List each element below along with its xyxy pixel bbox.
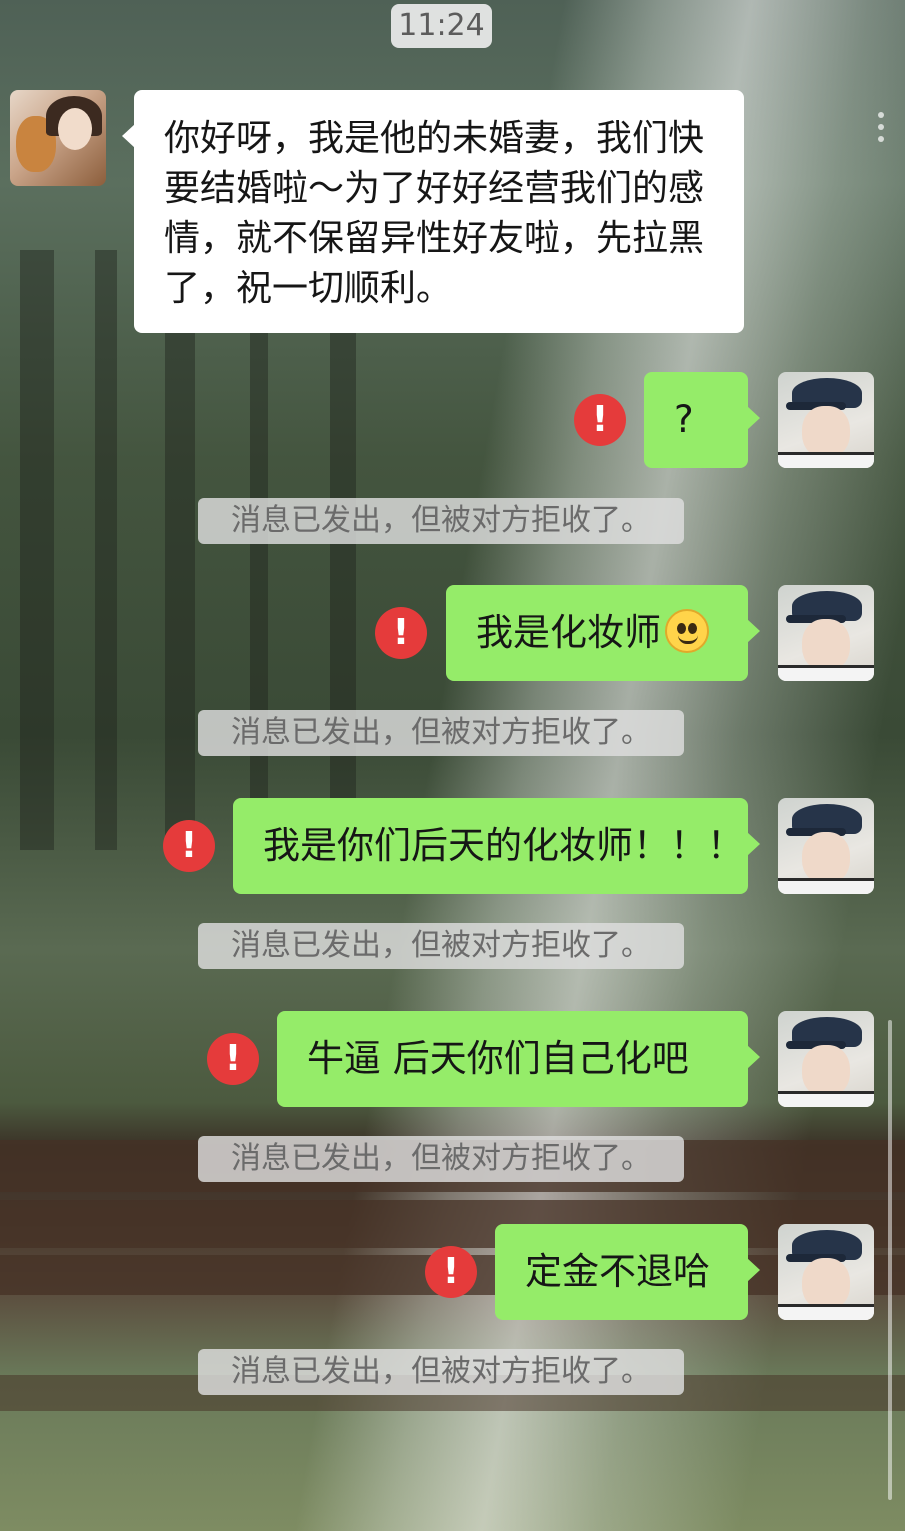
rejected-notice: 消息已发出，但被对方拒收了。 — [198, 1136, 684, 1182]
incoming-message-bubble[interactable]: 你好呀，我是他的未婚妻，我们快要结婚啦～为了好好经营我们的感情，就不保留异性好友… — [122, 90, 744, 333]
my-avatar[interactable] — [778, 1011, 874, 1107]
contact-avatar[interactable] — [10, 90, 106, 186]
outgoing-message-bubble[interactable]: 我是化妆师 — [446, 585, 760, 681]
send-failed-icon[interactable]: ! — [375, 607, 427, 659]
my-avatar[interactable] — [778, 1224, 874, 1320]
background-tree — [330, 250, 356, 850]
send-failed-icon[interactable]: ! — [574, 394, 626, 446]
chat-timestamp: 11:24 — [391, 4, 492, 48]
send-failed-icon[interactable]: ! — [163, 820, 215, 872]
my-avatar[interactable] — [778, 585, 874, 681]
my-avatar[interactable] — [778, 798, 874, 894]
outgoing-message-bubble[interactable]: ? — [644, 372, 760, 468]
background-tree — [250, 250, 268, 850]
background-tree — [95, 250, 117, 850]
scrollbar[interactable] — [888, 1020, 892, 1500]
more-options-icon[interactable] — [878, 112, 886, 148]
background-tree — [165, 250, 195, 850]
rejected-notice: 消息已发出，但被对方拒收了。 — [198, 498, 684, 544]
rejected-notice: 消息已发出，但被对方拒收了。 — [198, 1349, 684, 1395]
message-text: 我是化妆师 — [476, 611, 661, 654]
outgoing-message-bubble[interactable]: 定金不退哈 — [495, 1224, 760, 1320]
my-avatar[interactable] — [778, 372, 874, 468]
background-tree — [20, 250, 54, 850]
rejected-notice: 消息已发出，但被对方拒收了。 — [198, 923, 684, 969]
rejected-notice: 消息已发出，但被对方拒收了。 — [198, 710, 684, 756]
outgoing-message-bubble[interactable]: 我是你们后天的化妆师！！！ — [233, 798, 760, 894]
background-bench — [0, 1200, 905, 1248]
send-failed-icon[interactable]: ! — [425, 1246, 477, 1298]
smiley-emoji-icon — [665, 609, 709, 653]
send-failed-icon[interactable]: ! — [207, 1033, 259, 1085]
outgoing-message-bubble[interactable]: 牛逼 后天你们自己化吧 — [277, 1011, 760, 1107]
